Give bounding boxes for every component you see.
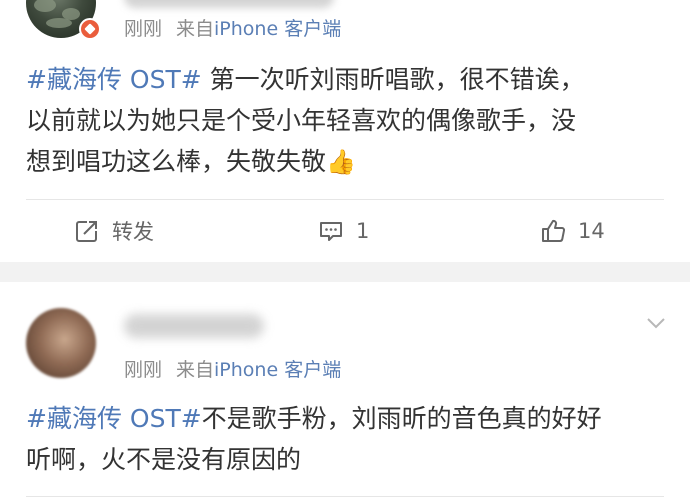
avatar[interactable] — [26, 308, 96, 378]
post-text-line: 听啊，火不是没有原因的 — [26, 445, 302, 474]
source-device[interactable]: iPhone 客户端 — [214, 359, 341, 381]
repost-icon — [74, 218, 100, 244]
repost-label: 转发 — [112, 220, 154, 244]
post-meta: 刚刚 来自iPhone 客户端 — [124, 14, 341, 41]
post-text-line: 以前就以为她只是个受小年轻喜欢的偶像歌手，没 — [26, 106, 577, 135]
repost-button[interactable]: 转发 — [74, 206, 154, 256]
username-blurred[interactable] — [124, 314, 264, 338]
hashtag-link[interactable]: #藏海传 OST# — [26, 404, 202, 433]
post-time: 刚刚 — [124, 359, 163, 381]
post-card-1: 刚刚 来自iPhone 客户端 #藏海传 OST# 第一次听刘雨昕唱歌，很不错诶，… — [0, 0, 690, 262]
comment-count: 1 — [356, 219, 370, 243]
post-meta: 刚刚 来自iPhone 客户端 — [124, 355, 341, 382]
like-count: 14 — [578, 219, 605, 243]
post-text-line: 不是歌手粉，刘雨昕的音色真的好好 — [201, 404, 602, 433]
verified-badge-icon — [79, 18, 101, 40]
post-time: 刚刚 — [124, 18, 163, 40]
post-text: #藏海传 OST# 第一次听刘雨昕唱歌，很不错诶， 以前就以为她只是个受小年轻喜… — [26, 59, 666, 183]
comment-button[interactable]: 1 — [318, 206, 369, 256]
divider — [26, 496, 664, 497]
divider — [26, 199, 664, 200]
post-text: #藏海传 OST#不是歌手粉，刘雨昕的音色真的好好 听啊，火不是没有原因的 — [26, 398, 666, 480]
comment-icon — [318, 218, 344, 244]
thumbs-up-icon — [540, 218, 566, 244]
source-device[interactable]: iPhone 客户端 — [214, 18, 341, 40]
thumbs-up-emoji: 👍 — [326, 148, 356, 176]
username-blurred[interactable] — [124, 0, 334, 8]
source-prefix: 来自 — [176, 359, 215, 381]
post-text-line: 第一次听刘雨昕唱歌，很不错诶， — [201, 65, 585, 94]
chevron-down-icon[interactable] — [646, 316, 666, 330]
avatar-detail — [34, 0, 56, 12]
post-text-line: 想到唱功这么棒，失敬失敬 — [26, 147, 327, 176]
avatar-detail — [46, 18, 72, 28]
hashtag-link[interactable]: #藏海传 OST# — [26, 65, 202, 94]
source-prefix: 来自 — [176, 18, 215, 40]
like-button[interactable]: 14 — [540, 206, 605, 256]
